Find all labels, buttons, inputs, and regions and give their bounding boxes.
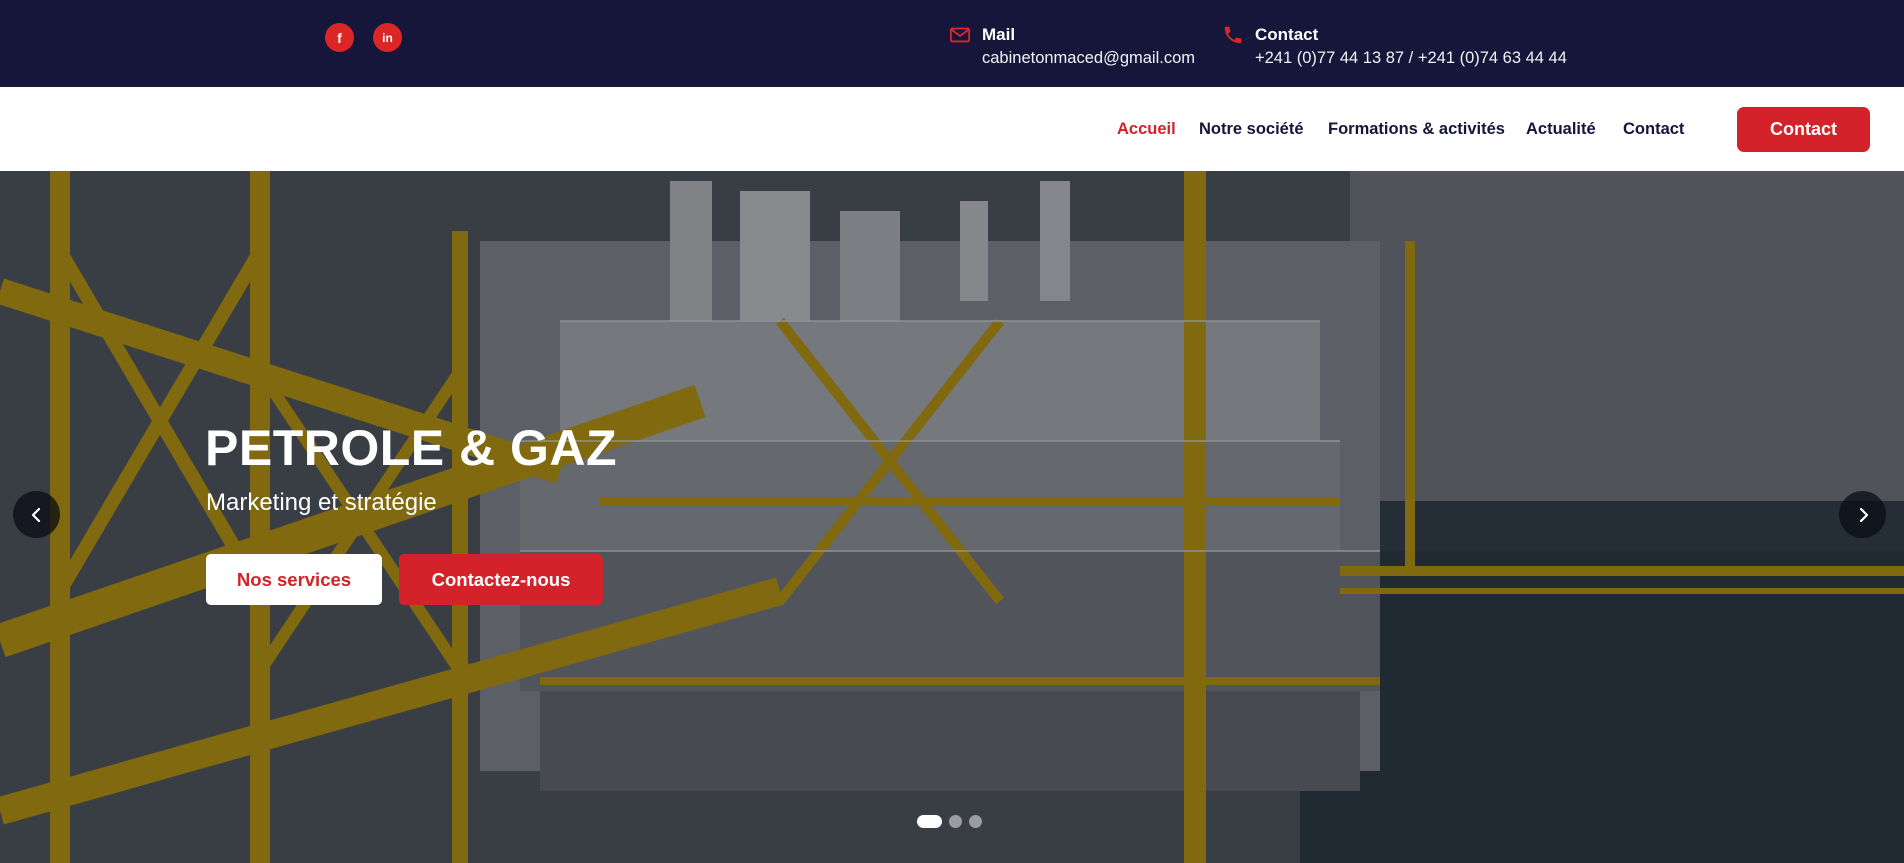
phone-numbers[interactable]: +241 (0)77 44 13 87 / +241 (0)74 63 44 4… — [1255, 49, 1567, 68]
nav-item-contact[interactable]: Contact — [1623, 120, 1684, 139]
mail-address[interactable]: cabinetonmaced@gmail.com — [982, 49, 1195, 68]
nav-item-formations-activites[interactable]: Formations & activités — [1328, 120, 1505, 139]
slider-next-button[interactable] — [1839, 491, 1886, 538]
top-info-bar: f in Mail cabinetonmaced@gmail.com Conta… — [0, 0, 1904, 87]
slider-pagination — [917, 814, 982, 828]
chevron-right-icon — [1859, 507, 1868, 522]
nav-item-actualite[interactable]: Actualité — [1526, 120, 1596, 139]
facebook-glyph: f — [337, 29, 342, 46]
slider-dot-1[interactable] — [917, 814, 942, 828]
nav-item-notre-societe[interactable]: Notre société — [1199, 120, 1304, 139]
hero-subtitle: Marketing et stratégie — [206, 489, 437, 516]
slider-prev-button[interactable] — [13, 491, 60, 538]
contact-cta-button[interactable]: Contact — [1737, 107, 1870, 152]
linkedin-glyph: in — [382, 30, 393, 45]
linkedin-icon[interactable]: in — [373, 23, 402, 52]
mail-title: Mail — [982, 25, 1016, 44]
slider-dot-2[interactable] — [949, 814, 962, 828]
slider-dot-3[interactable] — [969, 814, 982, 828]
hero-slider: PETROLE & GAZ Marketing et stratégie Nos… — [0, 171, 1904, 863]
hero-title: PETROLE & GAZ — [205, 420, 618, 476]
contact-us-button[interactable]: Contactez-nous — [399, 554, 603, 605]
phone-title: Contact — [1255, 25, 1319, 44]
phone-icon — [1224, 26, 1242, 44]
mail-icon — [949, 27, 971, 43]
chevron-left-icon — [31, 507, 40, 522]
main-navigation: Accueil Notre société Formations & activ… — [0, 87, 1904, 171]
nav-item-accueil[interactable]: Accueil — [1117, 120, 1176, 139]
our-services-button[interactable]: Nos services — [206, 554, 382, 605]
facebook-icon[interactable]: f — [325, 23, 354, 52]
hero-dark-overlay — [0, 171, 1904, 863]
